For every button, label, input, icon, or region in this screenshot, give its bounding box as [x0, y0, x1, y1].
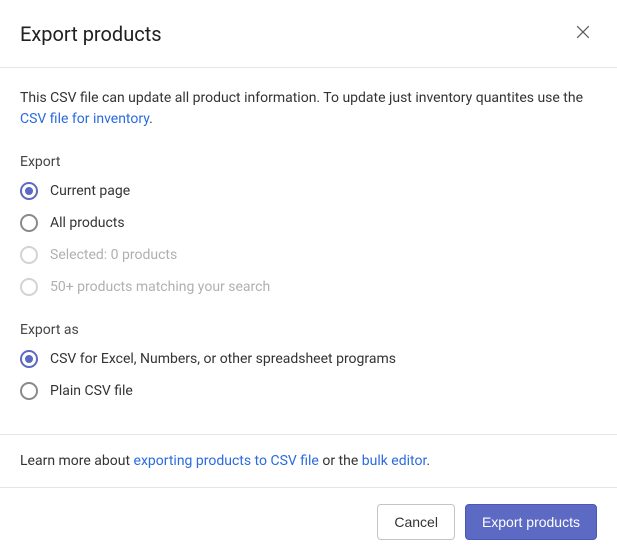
csv-inventory-link[interactable]: CSV file for inventory — [20, 111, 149, 127]
radio-label: Plain CSV file — [50, 383, 133, 399]
intro-suffix: . — [149, 111, 153, 127]
radio-label: Selected: 0 products — [50, 247, 177, 263]
radio-all-products[interactable]: All products — [20, 214, 597, 232]
modal-title: Export products — [20, 22, 162, 46]
radio-icon — [20, 182, 38, 200]
radio-search-matching: 50+ products matching your search — [20, 278, 597, 296]
radio-icon — [20, 382, 38, 400]
radio-icon — [20, 214, 38, 232]
learn-more-section: Learn more about exporting products to C… — [0, 434, 617, 487]
radio-label: CSV for Excel, Numbers, or other spreads… — [50, 351, 396, 367]
exporting-csv-link[interactable]: exporting products to CSV file — [134, 453, 319, 469]
export-as-radio-group: CSV for Excel, Numbers, or other spreads… — [20, 350, 597, 400]
intro-text: This CSV file can update all product inf… — [20, 88, 597, 130]
export-products-button[interactable]: Export products — [465, 504, 597, 540]
radio-csv-excel[interactable]: CSV for Excel, Numbers, or other spreads… — [20, 350, 597, 368]
radio-icon — [20, 278, 38, 296]
export-section-label: Export — [20, 154, 597, 170]
learn-mid: or the — [319, 453, 362, 469]
radio-selected-products: Selected: 0 products — [20, 246, 597, 264]
modal-header: Export products — [0, 0, 617, 68]
modal-footer: Cancel Export products — [0, 487, 617, 556]
bulk-editor-link[interactable]: bulk editor — [362, 453, 427, 469]
intro-prefix: This CSV file can update all product inf… — [20, 90, 583, 106]
export-radio-group: Current page All products Selected: 0 pr… — [20, 182, 597, 296]
radio-label: Current page — [50, 183, 130, 199]
export-as-section-label: Export as — [20, 322, 597, 338]
export-products-modal: Export products This CSV file can update… — [0, 0, 617, 527]
radio-icon — [20, 350, 38, 368]
radio-current-page[interactable]: Current page — [20, 182, 597, 200]
close-icon — [573, 22, 593, 45]
cancel-button[interactable]: Cancel — [377, 504, 455, 540]
close-button[interactable] — [569, 18, 597, 49]
radio-label: 50+ products matching your search — [50, 279, 270, 295]
learn-suffix: . — [426, 453, 430, 469]
modal-body: This CSV file can update all product inf… — [0, 68, 617, 434]
radio-label: All products — [50, 215, 125, 231]
learn-prefix: Learn more about — [20, 453, 134, 469]
radio-plain-csv[interactable]: Plain CSV file — [20, 382, 597, 400]
radio-icon — [20, 246, 38, 264]
